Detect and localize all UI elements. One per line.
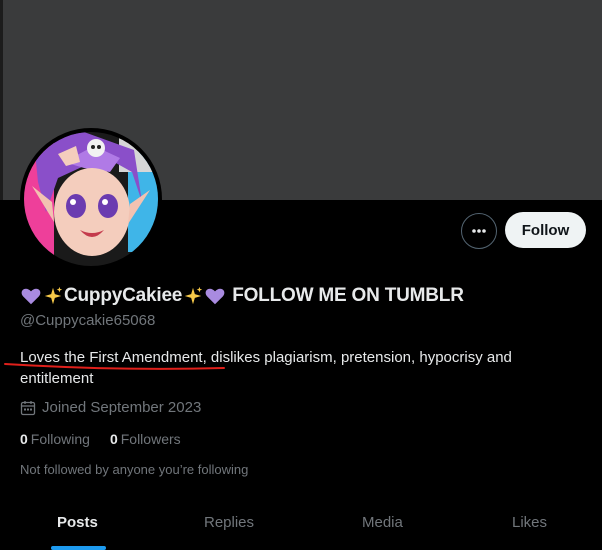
avatar-image [24, 132, 158, 266]
purple-heart-icon [21, 288, 41, 305]
following-label: Following [30, 431, 90, 447]
followers-count: 0 [109, 431, 118, 447]
banner-edge [0, 0, 3, 200]
more-dots-icon [472, 229, 486, 233]
avatar[interactable] [20, 128, 162, 270]
display-name-text: CuppyCakiee [64, 285, 183, 306]
display-name-suffix: FOLLOW ME ON TUMBLR [232, 285, 464, 306]
followers-label: Followers [120, 431, 181, 447]
following-count: 0 [20, 431, 28, 447]
following-link[interactable]: 0 Following [20, 431, 90, 447]
handle: @Cuppycakie65068 [20, 312, 156, 329]
tab-media[interactable]: Media [362, 514, 403, 531]
active-tab-indicator [51, 546, 106, 550]
sparkles-icon [44, 286, 63, 305]
purple-heart-icon [205, 288, 225, 305]
more-options-button[interactable] [461, 213, 497, 249]
sparkles-icon [184, 286, 203, 305]
bio: Loves the First Amendment, dislikes plag… [20, 349, 512, 387]
follow-stats: 0 Following 0 Followers [20, 431, 181, 447]
calendar-icon [20, 400, 36, 415]
tab-replies[interactable]: Replies [204, 514, 254, 531]
joined-text: Joined September 2023 [42, 399, 202, 416]
follow-button[interactable]: Follow [505, 212, 586, 248]
tab-likes[interactable]: Likes [512, 514, 547, 531]
joined-date: Joined September 2023 [20, 399, 201, 416]
tab-posts[interactable]: Posts [57, 514, 98, 531]
display-name: CuppyCakiee FOLLOW ME ON TUMBLR [20, 285, 464, 307]
not-followed-note: Not followed by anyone you’re following [20, 462, 249, 477]
profile-tabs: Posts Replies Media Likes [0, 500, 602, 550]
followers-link[interactable]: 0 Followers [110, 431, 181, 447]
